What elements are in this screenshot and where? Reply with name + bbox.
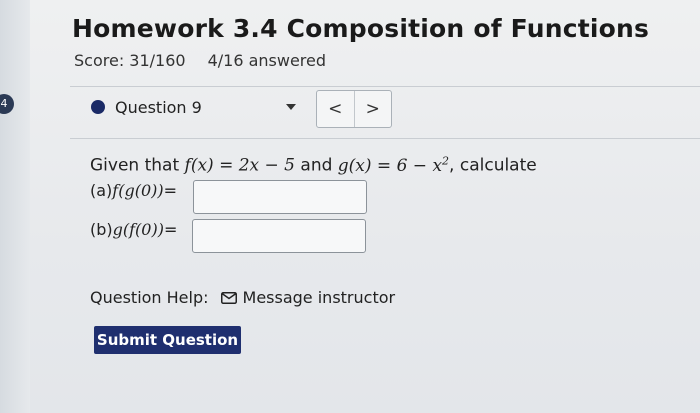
- status-dot-icon: [91, 100, 105, 114]
- part-a-label: (a) f(g(0)) =: [90, 181, 178, 200]
- f-definition: f(x) = 2x − 5: [184, 155, 295, 176]
- score-text: Score: 31/160: [74, 51, 186, 70]
- question-help-label: Question Help:: [90, 288, 209, 307]
- part-a-answer-input[interactable]: [193, 180, 367, 214]
- score-row: Score: 31/160 4/16 answered: [74, 51, 326, 70]
- question-selector-label: Question 9: [115, 97, 202, 117]
- part-b-answer-input[interactable]: [192, 219, 366, 253]
- part-b-label: (b) g(f(0)) =: [90, 220, 178, 239]
- divider: [70, 86, 700, 87]
- screen: 4 Homework 3.4 Composition of Functions …: [0, 0, 700, 413]
- mail-icon: [220, 291, 237, 304]
- answered-text: 4/16 answered: [207, 51, 327, 70]
- next-question-button[interactable]: >: [353, 91, 392, 127]
- g-definition: g(x) = 6 − x2: [337, 154, 450, 176]
- question-selector[interactable]: Question 9: [74, 92, 304, 122]
- caret-down-icon: [286, 104, 296, 110]
- question-help-row: Question Help: Message instructor: [90, 288, 395, 307]
- problem-statement: Given that f(x) = 2x − 5 and g(x) = 6 − …: [90, 154, 537, 176]
- submit-question-button[interactable]: Submit Question: [94, 326, 241, 354]
- divider: [70, 138, 700, 139]
- message-instructor-link[interactable]: Message instructor: [243, 288, 396, 307]
- previous-question-button[interactable]: <: [317, 91, 354, 127]
- question-nav-group: < >: [316, 90, 392, 128]
- page-title: Homework 3.4 Composition of Functions: [72, 14, 650, 43]
- left-sidebar-strip: [0, 0, 30, 413]
